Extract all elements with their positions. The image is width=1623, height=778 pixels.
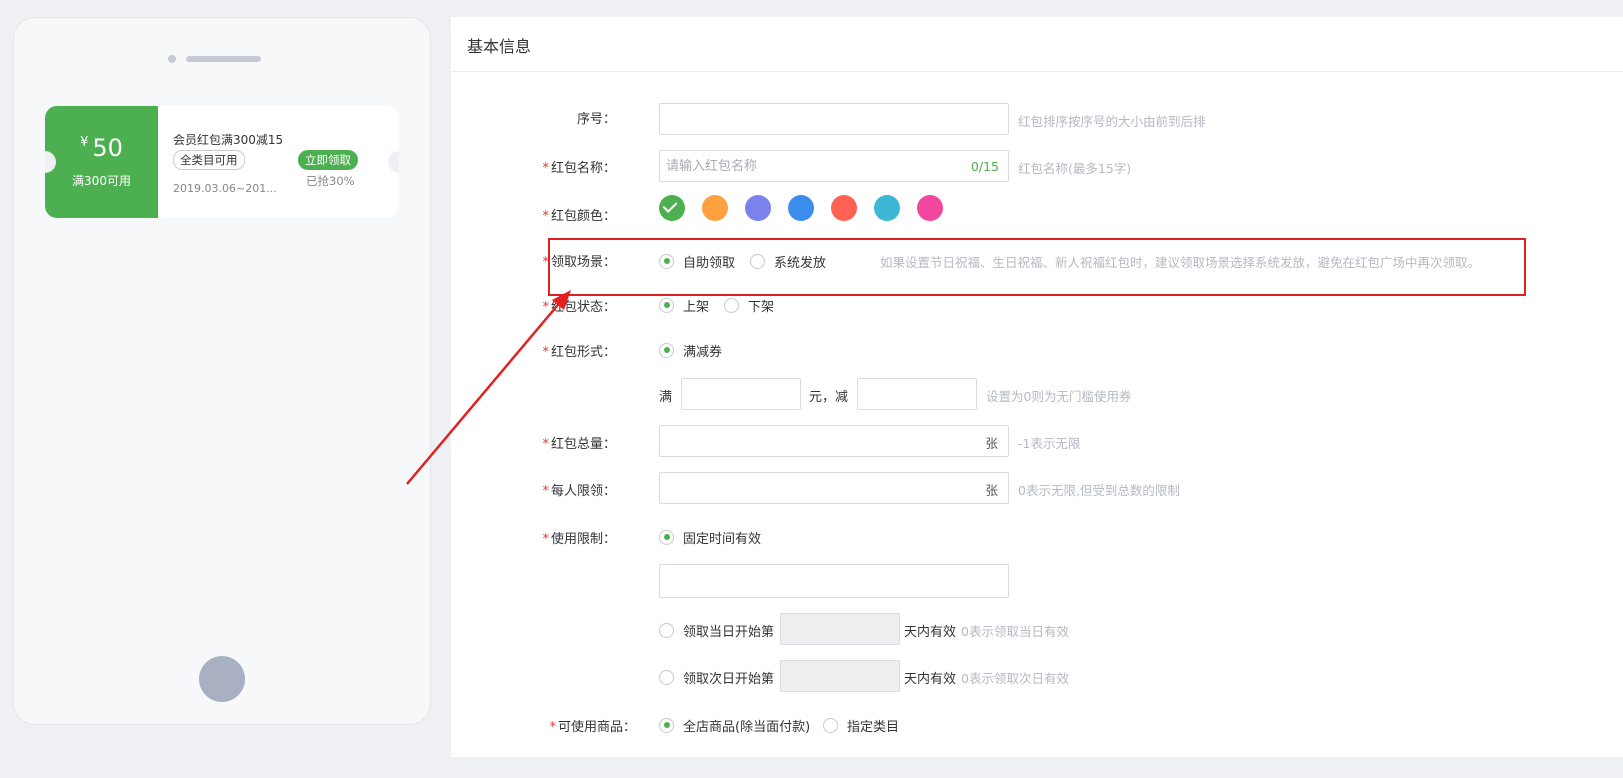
name-char-counter: 0/15 — [970, 159, 999, 174]
coupon-amount-block: ¥50 满300可用 — [45, 106, 158, 218]
usage-date-range-field[interactable] — [660, 565, 1008, 597]
color-swatch-3[interactable] — [745, 195, 771, 221]
threshold-middle: 元，减 — [809, 390, 849, 405]
next-day-suffix: 天内有效 — [904, 672, 957, 687]
coupon-preview-card: ¥50 满300可用 会员红包满300减15 全类目可用 立即领取 已抢30% … — [45, 106, 399, 218]
goods-radio-all[interactable]: 全店商品(除当面付款) — [659, 715, 810, 735]
coupon-notch-right — [388, 151, 399, 173]
color-swatch-4[interactable] — [788, 195, 814, 221]
total-label: * 红包总量： — [542, 437, 616, 452]
per-person-field[interactable] — [660, 473, 1008, 503]
page-title: 基本信息 — [467, 37, 532, 56]
check-icon — [662, 198, 678, 213]
status-radio-online[interactable]: 上架 — [659, 295, 709, 315]
radio-circle — [659, 297, 674, 313]
goods-label: * 可使用商品： — [549, 720, 636, 735]
radio-circle — [659, 342, 674, 358]
per-person-unit: 张 — [985, 483, 998, 498]
radio-circle — [659, 622, 674, 638]
usage-label: * 使用限制： — [542, 532, 616, 547]
serial-input[interactable] — [659, 103, 1009, 135]
name-input[interactable]: 0/15 — [659, 150, 1009, 182]
next-day-days-input[interactable] — [780, 660, 900, 692]
goods-radio-category[interactable]: 指定类目 — [823, 715, 899, 735]
coupon-condition: 满300可用 — [72, 174, 131, 188]
currency-symbol: ¥ — [80, 135, 89, 150]
threshold-reduce-field[interactable] — [858, 379, 976, 409]
threshold-prefix: 满 — [659, 390, 673, 405]
color-swatch-1[interactable] — [659, 195, 685, 221]
form-type-radio-discount[interactable]: 满减券 — [659, 340, 722, 360]
form-type-label: * 红包形式： — [542, 345, 616, 360]
next-day-days-field[interactable] — [781, 661, 899, 691]
coupon-name: 会员红包满300减15 — [173, 133, 284, 147]
coupon-amount-value: 50 — [92, 134, 123, 162]
serial-hint: 红包排序按序号的大小由前到后排 — [1018, 114, 1206, 129]
coupon-date-range: 2019.03.06~201... — [173, 182, 277, 195]
next-day-hint: 0表示领取次日有效 — [961, 671, 1069, 686]
same-day-hint: 0表示领取当日有效 — [961, 624, 1069, 639]
color-swatch-2[interactable] — [702, 195, 728, 221]
total-field[interactable] — [660, 426, 1008, 456]
total-hint: -1表示无限 — [1018, 436, 1081, 451]
coupon-amount: ¥50 — [45, 134, 158, 162]
same-day-days-input[interactable] — [780, 613, 900, 645]
radio-circle — [823, 717, 838, 733]
annotation-highlight-box — [548, 238, 1526, 296]
radio-circle — [659, 717, 674, 733]
coupon-grabbed-percent: 已抢30% — [306, 174, 355, 188]
threshold-reduce-input[interactable] — [857, 378, 977, 410]
per-person-hint: 0表示无限,但受到总数的限制 — [1018, 483, 1180, 498]
serial-label: 序号： — [576, 112, 616, 127]
color-swatch-5[interactable] — [831, 195, 857, 221]
phone-preview: ¥50 满300可用 会员红包满300减15 全类目可用 立即领取 已抢30% … — [13, 17, 431, 725]
per-person-input[interactable]: 张 — [659, 472, 1009, 504]
total-unit: 张 — [985, 436, 998, 451]
same-day-suffix: 天内有效 — [904, 625, 957, 640]
coupon-scope-tag: 全类目可用 — [173, 150, 245, 170]
radio-circle — [659, 669, 674, 685]
color-label: * 红包颜色： — [542, 209, 616, 224]
color-swatch-7[interactable] — [917, 195, 943, 221]
per-person-label: * 每人限领： — [542, 484, 616, 499]
serial-field[interactable] — [660, 104, 1008, 134]
phone-camera-dot — [168, 55, 176, 63]
threshold-hint: 设置为0则为无门槛使用券 — [986, 389, 1132, 404]
radio-circle — [724, 297, 739, 313]
radio-circle — [659, 529, 674, 545]
name-hint: 红包名称(最多15字) — [1018, 161, 1132, 176]
total-input[interactable]: 张 — [659, 425, 1009, 457]
name-field[interactable] — [660, 151, 1008, 181]
grab-coupon-button[interactable]: 立即领取 — [298, 150, 358, 170]
usage-radio-next-day[interactable]: 领取次日开始第 — [659, 667, 774, 687]
usage-radio-fixed[interactable]: 固定时间有效 — [659, 527, 761, 547]
name-label: * 红包名称： — [542, 161, 616, 176]
threshold-min-field[interactable] — [682, 379, 800, 409]
usage-date-range-input[interactable] — [659, 564, 1009, 598]
status-radio-offline[interactable]: 下架 — [724, 295, 774, 315]
color-swatch-6[interactable] — [874, 195, 900, 221]
status-label: * 红包状态： — [542, 300, 616, 315]
phone-speaker — [186, 56, 261, 62]
phone-home-button — [199, 656, 245, 702]
same-day-days-field[interactable] — [781, 614, 899, 644]
threshold-min-input[interactable] — [681, 378, 801, 410]
usage-radio-same-day[interactable]: 领取当日开始第 — [659, 620, 774, 640]
title-divider — [451, 71, 1623, 72]
